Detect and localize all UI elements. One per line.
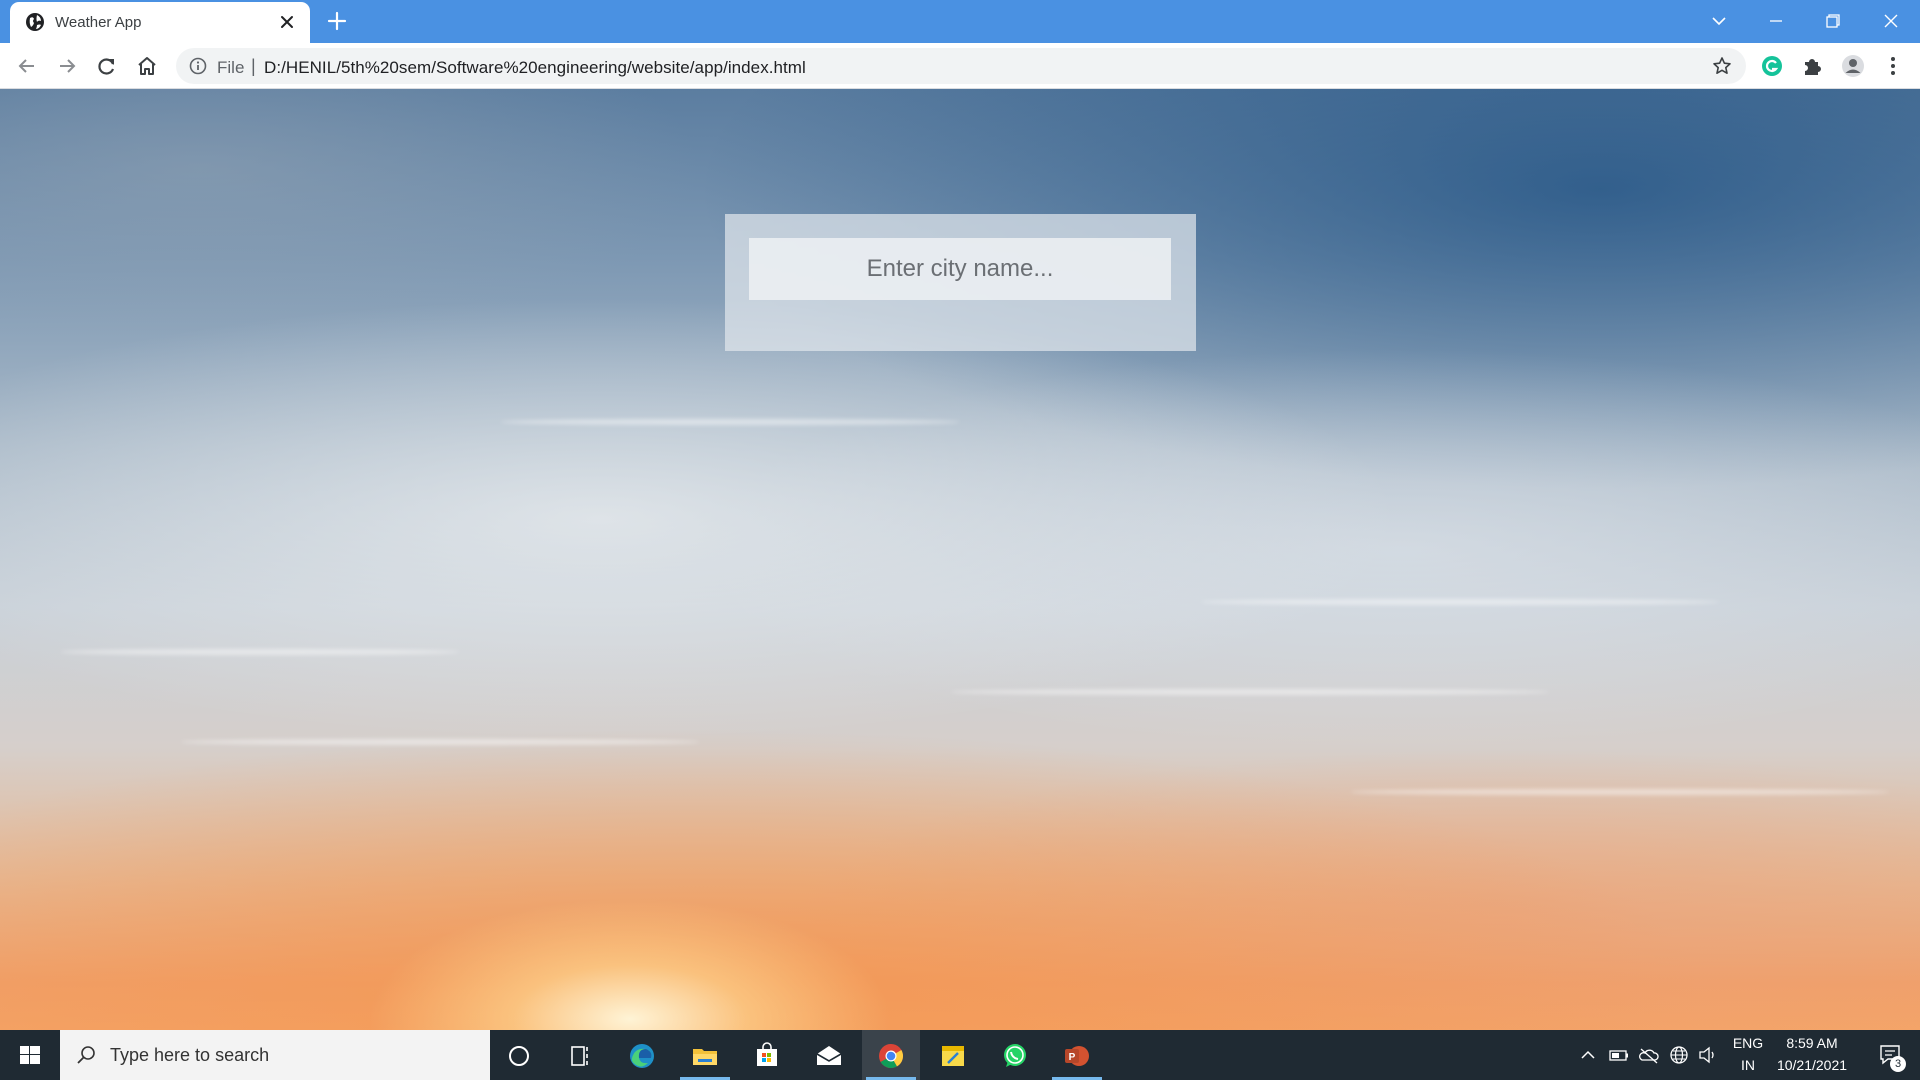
city-search-input[interactable]	[749, 238, 1171, 300]
chrome-icon[interactable]	[862, 1030, 920, 1080]
site-info-icon[interactable]	[189, 57, 207, 75]
input-language[interactable]: ENG	[1729, 1035, 1767, 1051]
cloud-streak	[1200, 599, 1720, 605]
address-separator: |	[251, 56, 256, 76]
restore-icon[interactable]	[1820, 8, 1846, 34]
onedrive-offline-icon[interactable]	[1637, 1045, 1661, 1065]
cortana-icon[interactable]	[490, 1030, 548, 1080]
close-window-icon[interactable]	[1878, 8, 1904, 34]
svg-text:P: P	[1069, 1052, 1076, 1063]
tab-search-chevron-icon[interactable]	[1706, 8, 1732, 34]
address-url[interactable]: D:/HENIL/5th%20sem/Software%20engineerin…	[264, 58, 806, 78]
address-bar[interactable]: File | D:/HENIL/5th%20sem/Software%20eng…	[176, 48, 1746, 84]
search-panel	[725, 214, 1196, 351]
back-icon[interactable]	[14, 53, 40, 79]
input-region[interactable]: IN	[1729, 1057, 1767, 1073]
cloud-streak	[950, 689, 1550, 695]
address-scheme-label: File	[217, 58, 245, 77]
reload-icon[interactable]	[94, 53, 120, 79]
search-icon	[77, 1046, 95, 1064]
taskbar-search-box[interactable]: Type here to search	[60, 1030, 490, 1080]
whatsapp-icon[interactable]	[986, 1030, 1044, 1080]
browser-toolbar: File | D:/HENIL/5th%20sem/Software%20eng…	[0, 43, 1920, 89]
clock-time[interactable]: 8:59 AM	[1772, 1035, 1852, 1051]
powerpoint-icon[interactable]: P	[1048, 1030, 1106, 1080]
windows-taskbar: Type here to search P ENG IN 8:59 AM 10/…	[0, 1030, 1920, 1080]
close-tab-icon[interactable]	[278, 13, 296, 31]
volume-icon[interactable]	[1697, 1044, 1719, 1066]
cloud-streak	[1350, 789, 1890, 795]
menu-kebab-icon[interactable]	[1880, 53, 1906, 79]
home-icon[interactable]	[134, 53, 160, 79]
task-view-icon[interactable]	[551, 1030, 609, 1080]
notification-count-badge: 3	[1890, 1056, 1906, 1072]
clock-date[interactable]: 10/21/2021	[1768, 1057, 1856, 1073]
battery-icon[interactable]	[1608, 1045, 1630, 1065]
globe-icon	[26, 13, 44, 31]
show-hidden-icons-chevron-icon[interactable]	[1578, 1045, 1598, 1065]
cloud-streak	[60, 649, 460, 655]
network-globe-icon[interactable]	[1668, 1044, 1690, 1066]
browser-tabstrip: Weather App	[0, 0, 1920, 43]
sticky-notes-icon[interactable]	[924, 1030, 982, 1080]
action-center-button[interactable]: 3	[1866, 1030, 1916, 1080]
windows-start-icon[interactable]	[0, 1030, 60, 1080]
minimize-icon[interactable]	[1763, 8, 1789, 34]
cloud-streak	[500, 419, 960, 425]
extensions-puzzle-icon[interactable]	[1799, 53, 1825, 79]
new-tab-icon[interactable]	[326, 10, 348, 32]
edge-icon[interactable]	[613, 1030, 671, 1080]
profile-avatar-icon[interactable]	[1840, 53, 1866, 79]
store-icon[interactable]	[738, 1030, 796, 1080]
tab-title: Weather App	[55, 14, 142, 31]
tab-weather-app[interactable]: Weather App	[10, 2, 310, 43]
mail-icon[interactable]	[800, 1030, 858, 1080]
taskbar-search-placeholder: Type here to search	[110, 1045, 270, 1065]
grammarly-extension-icon[interactable]	[1759, 53, 1785, 79]
bookmark-star-icon[interactable]	[1712, 56, 1732, 76]
cloud-streak	[180, 739, 700, 745]
forward-icon[interactable]	[54, 53, 80, 79]
file-explorer-icon[interactable]	[676, 1030, 734, 1080]
page-viewport	[0, 89, 1920, 1030]
